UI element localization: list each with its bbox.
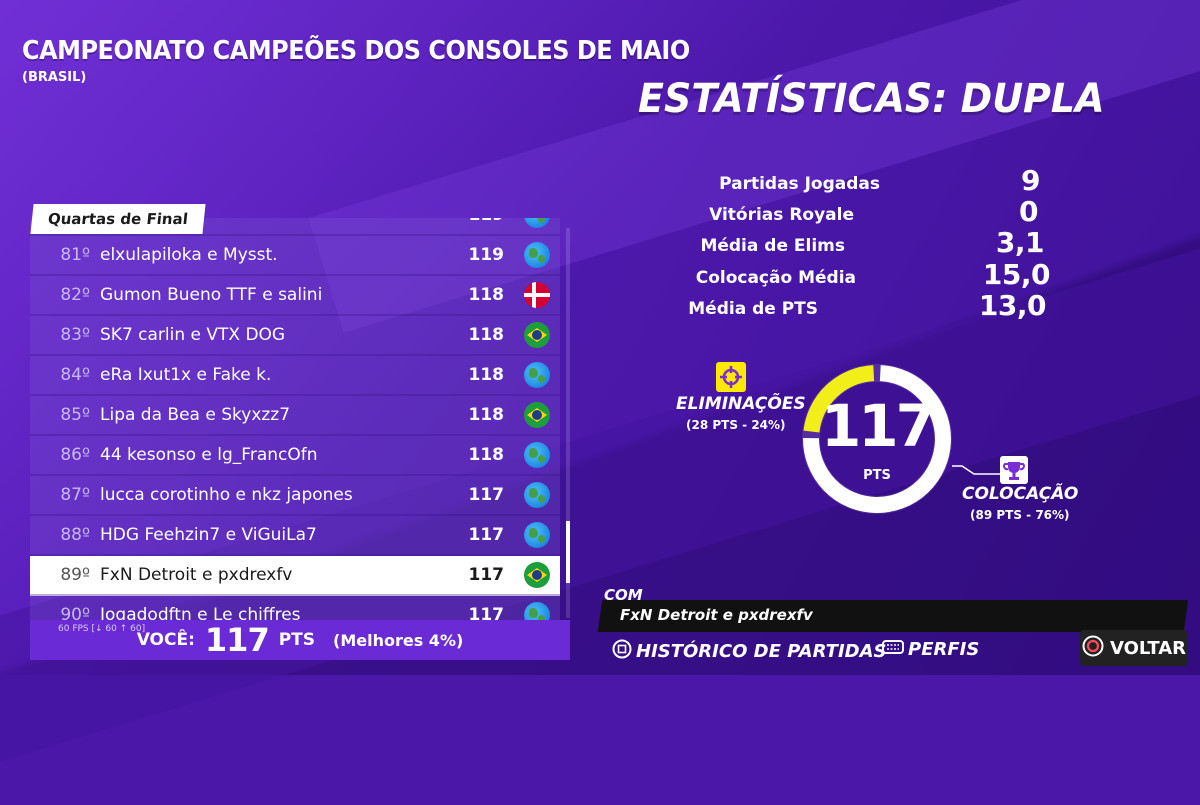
placement-label: COLOCAÇÃO <box>962 484 1079 504</box>
row-rank: 89º <box>60 565 90 585</box>
circle-button-icon <box>1082 635 1104 662</box>
touchpad-icon <box>882 639 904 660</box>
row-rank: 90º <box>60 605 90 620</box>
stat-label-wins: Vitórias Royale <box>709 205 854 225</box>
stat-value-matches: 9 <box>1021 164 1040 197</box>
profiles-button[interactable]: PERFIS <box>882 639 979 660</box>
leaderboard-row[interactable]: 85º Lipa da Bea e Skyxzz7 118 <box>30 396 560 436</box>
row-points: 117 <box>468 485 505 505</box>
round-tab[interactable]: Quartas de Final <box>30 204 206 234</box>
row-rank: 84º <box>60 365 90 385</box>
globe-icon <box>524 442 550 468</box>
row-points: 117 <box>468 605 505 620</box>
back-label: VOLTAR <box>1109 637 1187 659</box>
total-points: 117 <box>820 392 936 460</box>
row-team-name: Lipa da Bea e Skyxzz7 <box>100 405 291 425</box>
back-button[interactable]: VOLTAR <box>1080 630 1188 666</box>
row-rank: 81º <box>60 245 90 265</box>
row-points: 118 <box>468 325 505 345</box>
placement-breakdown: (89 PTS - 76%) <box>970 508 1070 522</box>
leaderboard-row[interactable]: 86º 44 kesonso e lg_FrancOfn 118 <box>30 436 560 476</box>
partner-name: FxN Detroit e pxdrexfv <box>620 606 813 624</box>
brazil-flag-icon <box>524 562 550 588</box>
stat-value-wins: 0 <box>1019 195 1038 228</box>
row-points: 119 <box>464 218 505 225</box>
leaderboard-row[interactable]: 83º SK7 carlin e VTX DOG 118 <box>30 316 560 356</box>
row-points: 118 <box>468 445 505 465</box>
with-label: COM <box>604 586 643 604</box>
row-rank: 82º <box>60 285 90 305</box>
row-rank: 87º <box>60 485 90 505</box>
fps-counter: 60 FPS [↓ 60 ↑ 60] <box>58 624 146 634</box>
stat-label-avg-points: Média de PTS <box>688 299 818 319</box>
stat-label-matches: Partidas Jogadas <box>719 174 880 194</box>
stat-label-avg-placement: Colocação Média <box>695 268 856 288</box>
leaderboard-row[interactable]: 88º HDG Feehzin7 e ViGuiLa7 117 <box>30 516 560 556</box>
denmark-flag-icon <box>524 282 550 308</box>
match-history-button[interactable]: HISTÓRICO DE PARTIDAS <box>612 639 886 664</box>
row-points: 117 <box>468 525 505 545</box>
leaderboard-list[interactable]: 80º...11981ºelxulapiloka e Mysst.11982ºG… <box>30 218 570 620</box>
row-points: 118 <box>468 285 505 305</box>
globe-icon <box>524 242 550 268</box>
row-team-name: FxN Detroit e pxdrexfv <box>100 565 293 585</box>
tournament-region: (BRASIL) <box>22 70 87 85</box>
row-team-name: lucca corotinho e nkz japones <box>100 485 353 505</box>
row-rank: 83º <box>60 325 90 345</box>
globe-icon <box>524 522 550 548</box>
row-rank: 86º <box>60 445 90 465</box>
stat-value-avg-elims: 3,1 <box>995 226 1045 259</box>
square-button-icon <box>612 639 632 664</box>
leaderboard-row[interactable]: 87º lucca corotinho e nkz japones 117 <box>30 476 560 516</box>
elims-label: ELIMINAÇÕES <box>676 394 806 414</box>
row-team-name: eRa Ixut1x e Fake k. <box>100 365 272 385</box>
row-team-name: Gumon Bueno TTF e salini <box>100 285 323 305</box>
elims-breakdown: (28 PTS - 24%) <box>686 418 786 432</box>
row-team-name: HDG Feehzin7 e ViGuiLa7 <box>100 525 317 545</box>
leaderboard-row[interactable]: 89º FxN Detroit e pxdrexfv 117 <box>30 556 560 596</box>
globe-icon <box>524 482 550 508</box>
total-points-unit: PTS <box>863 468 891 483</box>
tournament-title: CAMPEONATO CAMPEÕES DOS CONSOLES DE MAIO <box>22 36 690 66</box>
row-points: 119 <box>468 245 505 265</box>
you-points: 117 <box>204 621 270 659</box>
stat-label-avg-elims: Média de Elims <box>700 236 845 256</box>
globe-icon <box>524 602 550 620</box>
leaderboard-row[interactable]: 81º elxulapiloka e Mysst. 119 <box>30 236 560 276</box>
trophy-icon <box>1000 456 1028 484</box>
stat-value-avg-placement: 15,0 <box>982 258 1051 291</box>
you-points-unit: PTS <box>278 630 316 650</box>
row-points: 118 <box>468 365 505 385</box>
globe-icon <box>524 362 550 388</box>
row-rank: 88º <box>60 525 90 545</box>
row-team-name: elxulapiloka e Mysst. <box>100 245 278 265</box>
row-points: 117 <box>468 565 505 585</box>
stats-title: ESTATÍSTICAS: DUPLA <box>638 76 1105 122</box>
row-team-name: Jogadodftn e Le chiffres <box>100 605 301 620</box>
row-points: 118 <box>468 405 505 425</box>
placement-connector <box>952 465 1002 475</box>
you-percentile: (Melhores 4%) <box>333 630 464 650</box>
brazil-flag-icon <box>524 322 550 348</box>
brazil-flag-icon <box>524 402 550 428</box>
leaderboard-row[interactable]: 90º Jogadodftn e Le chiffres 117 <box>30 596 560 620</box>
profiles-label: PERFIS <box>908 639 980 660</box>
crosshair-icon <box>716 362 746 392</box>
scrollbar-thumb[interactable] <box>566 521 570 583</box>
globe-icon <box>524 218 550 228</box>
row-rank: 85º <box>60 405 90 425</box>
leaderboard-row[interactable]: 84º eRa Ixut1x e Fake k. 118 <box>30 356 560 396</box>
row-team-name: 44 kesonso e lg_FrancOfn <box>100 445 318 465</box>
row-team-name: SK7 carlin e VTX DOG <box>100 325 286 345</box>
match-history-label: HISTÓRICO DE PARTIDAS <box>636 641 887 662</box>
you-label: VOCÊ: <box>136 630 195 650</box>
stat-value-avg-points: 13,0 <box>978 289 1047 322</box>
leaderboard-row[interactable]: 82º Gumon Bueno TTF e salini 118 <box>30 276 560 316</box>
